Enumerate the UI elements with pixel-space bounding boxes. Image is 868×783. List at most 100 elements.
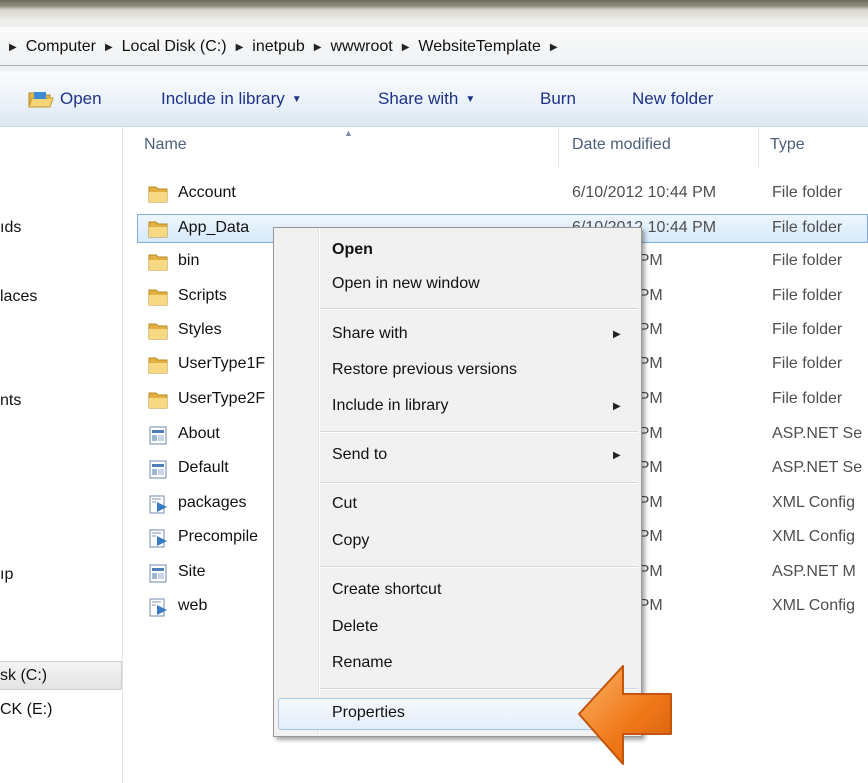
nav-item-local-disk[interactable]: sk (C:) [0,667,47,685]
file-type: ASP.NET M [772,563,856,580]
orange-pointer-arrow-icon [578,665,672,765]
include-in-library-label: Include in library [161,89,285,108]
file-name: Account [178,184,236,201]
column-headers: ▲ Name Date modified Type [122,127,868,167]
config-file-icon [149,529,167,548]
file-name: packages [178,494,247,511]
share-with-button[interactable]: Share with ▼ [378,86,475,112]
breadcrumb-computer[interactable]: Computer [26,38,96,56]
breadcrumb-local-disk[interactable]: Local Disk (C:) [122,38,227,56]
menu-item-copy[interactable]: Copy [332,532,369,550]
submenu-arrow-icon: ▶ [613,401,621,412]
file-type: ASP.NET Se [772,425,863,442]
open-button[interactable]: Open [28,86,102,112]
folder-icon [148,392,168,409]
folder-icon [148,289,168,306]
chevron-right-icon[interactable]: ▶ [314,42,322,53]
open-button-label: Open [60,89,102,108]
file-name: Default [178,459,229,476]
submenu-arrow-icon: ▶ [613,329,621,340]
menu-separator [320,566,638,568]
column-divider[interactable] [758,127,759,167]
include-in-library-button[interactable]: Include in library ▼ [161,86,302,112]
chevron-right-icon[interactable]: ▶ [105,42,113,53]
open-folder-icon [28,92,54,108]
menu-item-open-new-window[interactable]: Open in new window [332,275,480,293]
file-type: File folder [772,321,843,338]
aspx-file-icon [149,426,167,445]
file-name: UserType2F [178,390,266,407]
folder-icon [148,254,168,271]
folder-icon [148,186,168,203]
burn-label: Burn [540,89,576,108]
file-type: XML Config [772,597,855,614]
menu-item-create-shortcut[interactable]: Create shortcut [332,581,441,599]
file-name: App_Data [178,219,250,236]
chevron-right-icon[interactable]: ▶ [236,42,244,53]
nav-item-documents[interactable]: nts [0,392,21,410]
nav-item-drive-e[interactable]: CK (E:) [0,701,52,719]
file-type: XML Config [772,494,855,511]
column-header-type[interactable]: Type [770,136,805,154]
menu-item-rename[interactable]: Rename [332,654,392,672]
menu-item-cut[interactable]: Cut [332,495,357,513]
menu-icon-gutter [318,228,320,734]
burn-button[interactable]: Burn [540,86,576,112]
new-folder-label: New folder [632,89,714,108]
breadcrumb-websitetemplate[interactable]: WebsiteTemplate [418,38,540,56]
file-date: 6/10/2012 10:44 PM [572,184,717,201]
menu-item-share-with[interactable]: Share with [332,325,408,343]
file-type: File folder [772,390,843,407]
chevron-right-icon[interactable]: ▶ [550,42,558,53]
menu-item-open[interactable]: Open [332,241,373,259]
config-file-icon [149,598,167,617]
breadcrumb-wwwroot[interactable]: wwwroot [330,38,392,56]
submenu-arrow-icon: ▶ [613,450,621,461]
file-name: web [178,597,208,614]
file-type: XML Config [772,528,855,545]
file-name: Styles [178,321,222,338]
file-type: File folder [772,184,843,201]
column-header-name[interactable]: Name [144,136,187,154]
folder-icon [148,357,168,374]
new-folder-button[interactable]: New folder [632,86,713,112]
file-name: About [178,425,220,442]
config-file-icon [149,495,167,514]
file-name: bin [178,252,200,269]
menu-separator [320,308,638,310]
command-bar: Open Include in library ▼ Share with ▼ B… [0,72,868,127]
nav-item-homegroup[interactable]: ıp [0,566,13,584]
sort-ascending-icon: ▲ [344,128,353,138]
column-divider[interactable] [558,127,559,167]
dropdown-arrow-icon: ▼ [465,93,476,105]
column-header-date-modified[interactable]: Date modified [572,136,671,154]
menu-item-include-in-library[interactable]: Include in library [332,397,449,415]
menu-separator [320,482,638,484]
chevron-right-icon[interactable]: ▶ [402,42,410,53]
file-type: File folder [772,287,843,304]
file-type: ASP.NET Se [772,459,863,476]
file-name: Precompile [178,528,259,545]
folder-icon [148,323,168,340]
file-name: Site [178,563,206,580]
aspx-file-icon [149,564,167,583]
chevron-right-icon[interactable]: ▶ [9,42,17,53]
aspx-file-icon [149,460,167,479]
breadcrumb-inetpub[interactable]: inetpub [252,38,305,56]
menu-item-delete[interactable]: Delete [332,618,378,636]
file-type: File folder [772,219,843,236]
file-row[interactable]: Account 6/10/2012 10:44 PM File folder [138,180,868,209]
menu-item-send-to[interactable]: Send to [332,446,387,464]
breadcrumb: ▶ Computer ▶ Local Disk (C:) ▶ inetpub ▶… [0,35,567,59]
share-with-label: Share with [378,89,459,108]
file-name: Scripts [178,287,227,304]
menu-item-restore-previous-versions[interactable]: Restore previous versions [332,361,517,379]
nav-item-downloads[interactable]: ıds [0,219,21,237]
dropdown-arrow-icon: ▼ [291,93,302,105]
nav-item-recent-places[interactable]: laces [0,288,37,306]
menu-separator [320,431,638,433]
file-type: File folder [772,355,843,372]
menu-item-properties[interactable]: Properties [332,704,405,722]
file-name: UserType1F [178,355,266,372]
folder-icon [148,221,168,238]
